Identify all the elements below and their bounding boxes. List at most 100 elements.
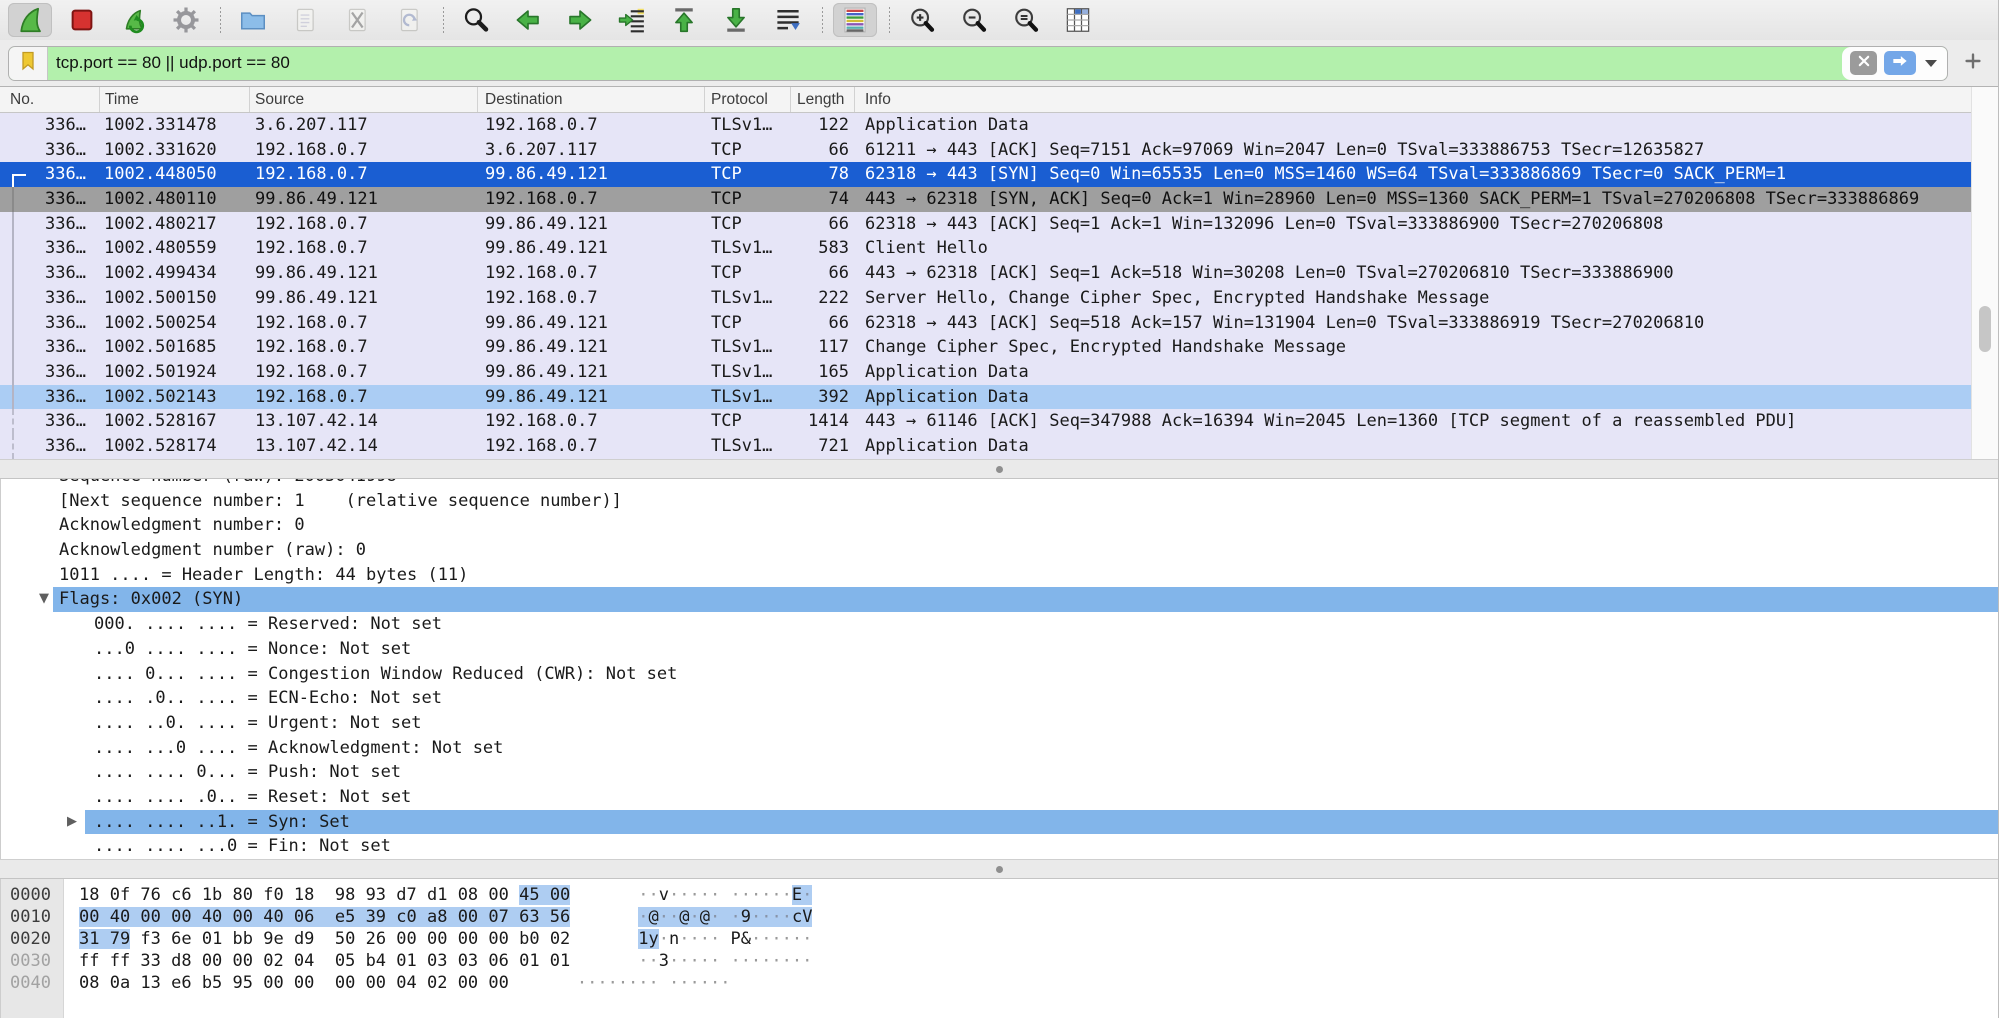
detail-line-band: Sequence number (raw): 2005041998 (1, 479, 1998, 489)
detail-line[interactable]: ...0 .... .... = Nonce: Not set (1, 637, 1998, 662)
cell-destination: 192.168.0.7 (478, 286, 705, 311)
packet-row[interactable]: 336…1002.501924192.168.0.799.86.49.121TL… (0, 360, 1998, 385)
detail-line-text: .... .0.. .... = ECN-Echo: Not set (1, 688, 442, 708)
column-header-destination[interactable]: Destination (478, 87, 705, 112)
previous-packet-button[interactable] (506, 3, 550, 37)
packet-row[interactable]: 336…1002.501685192.168.0.799.86.49.121TL… (0, 335, 1998, 360)
hex-bytes[interactable]: 31 79 f3 6e 01 bb 9e d9 50 26 00 00 00 0… (79, 928, 570, 950)
wireshark-window: No.TimeSourceDestinationProtocolLengthIn… (0, 0, 1999, 1018)
packet-row[interactable]: 336…1002.502143192.168.0.799.86.49.121TL… (0, 385, 1998, 410)
packet-row[interactable]: 336…1002.480217192.168.0.799.86.49.121TC… (0, 212, 1998, 237)
hex-ascii[interactable]: ·@··@·@· ·9····cV (638, 906, 812, 928)
column-header-source[interactable]: Source (250, 87, 478, 112)
hex-ascii[interactable]: ··3····· ········ (638, 950, 812, 972)
detail-line[interactable]: 1011 .... = Header Length: 44 bytes (11) (1, 563, 1998, 588)
open-file-button[interactable] (231, 3, 275, 37)
column-header-info[interactable]: Info (855, 87, 1998, 112)
hex-bytes[interactable]: ff ff 33 d8 00 00 02 04 05 b4 01 03 03 0… (79, 950, 570, 972)
colorize-button[interactable] (833, 3, 877, 37)
add-filter-button[interactable] (1958, 48, 1988, 78)
hex-bytes[interactable]: 18 0f 76 c6 1b 80 f0 18 98 93 d7 d1 08 0… (79, 884, 570, 906)
packet-row[interactable]: 336…1002.50015099.86.49.121192.168.0.7TL… (0, 286, 1998, 311)
zoom-out-button[interactable] (952, 3, 996, 37)
cell-source: 13.107.42.14 (250, 409, 478, 434)
packet-list-scrollbar[interactable] (1971, 87, 1998, 459)
first-packet-icon (669, 5, 699, 35)
column-header-protocol[interactable]: Protocol (705, 87, 791, 112)
cell-info: Change Cipher Spec, Encrypted Handshake … (855, 335, 1998, 360)
column-header-time[interactable]: Time (100, 87, 250, 112)
hex-ascii[interactable]: ········ ······ (577, 972, 731, 994)
hex-ascii[interactable]: 1y·n···· P&······ (638, 928, 812, 950)
find-packet-button[interactable] (454, 3, 498, 37)
packet-row[interactable]: 336…1002.3314783.6.207.117192.168.0.7TLS… (0, 113, 1998, 138)
clear-filter-icon (1854, 51, 1874, 76)
detail-line[interactable]: .... .... 0... = Push: Not set (1, 760, 1998, 785)
hex-row[interactable]: 001000 40 00 00 40 00 40 06 e5 39 c0 a8 … (1, 906, 1998, 928)
cell-no: 336… (0, 360, 100, 385)
detail-line[interactable]: .... .... ..1. = Syn: Set▶ (1, 810, 1998, 835)
column-header-no[interactable]: No. (0, 87, 100, 112)
detail-line[interactable]: .... ...0 .... = Acknowledgment: Not set (1, 736, 1998, 761)
detail-line[interactable]: .... .0.. .... = ECN-Echo: Not set (1, 686, 1998, 711)
packet-row[interactable]: 336…1002.500254192.168.0.799.86.49.121TC… (0, 311, 1998, 336)
detail-line[interactable]: Acknowledgment number: 0 (1, 513, 1998, 538)
auto-scroll-button[interactable] (766, 3, 810, 37)
go-to-packet-button[interactable] (610, 3, 654, 37)
hex-row[interactable]: 000018 0f 76 c6 1b 80 f0 18 98 93 d7 d1 … (1, 884, 1998, 906)
zoom-original-button[interactable] (1004, 3, 1048, 37)
stop-capture-button[interactable] (60, 3, 104, 37)
chevron-down-icon[interactable] (1925, 60, 1937, 67)
hex-bytes[interactable]: 08 0a 13 e6 b5 95 00 00 00 00 04 02 00 0… (79, 972, 509, 994)
filter-input[interactable] (48, 47, 1842, 80)
filter-bookmark-button[interactable] (9, 47, 48, 80)
cell-no: 336… (0, 113, 100, 138)
capture-options-button[interactable] (164, 3, 208, 37)
restart-capture-button[interactable] (112, 3, 156, 37)
detail-line[interactable]: .... .... ...0 = Fin: Not set (1, 834, 1998, 859)
detail-line[interactable]: .... 0... .... = Congestion Window Reduc… (1, 662, 1998, 687)
detail-line[interactable]: Flags: 0x002 (SYN)▼ (1, 587, 1998, 612)
first-packet-button[interactable] (662, 3, 706, 37)
colorize-icon (840, 5, 870, 35)
expander-closed-icon[interactable]: ▶ (67, 810, 77, 835)
detail-line[interactable]: Acknowledgment number (raw): 0 (1, 538, 1998, 563)
detail-line-text: Flags: 0x002 (SYN) (53, 589, 243, 609)
packet-row[interactable]: 336…1002.480559192.168.0.799.86.49.121TL… (0, 236, 1998, 261)
hex-row[interactable]: 002031 79 f3 6e 01 bb 9e d9 50 26 00 00 … (1, 928, 1998, 950)
packet-row[interactable]: 336…1002.331620192.168.0.73.6.207.117TCP… (0, 138, 1998, 163)
next-packet-button[interactable] (558, 3, 602, 37)
scrollbar-thumb[interactable] (1979, 306, 1991, 352)
packet-row[interactable]: 336…1002.49943499.86.49.121192.168.0.7TC… (0, 261, 1998, 286)
cell-length: 78 (791, 162, 855, 187)
packet-row[interactable]: 336…1002.52817413.107.42.14192.168.0.7TL… (0, 434, 1998, 459)
detail-line[interactable]: .... ..0. .... = Urgent: Not set (1, 711, 1998, 736)
start-capture-button[interactable] (8, 3, 52, 37)
hex-row[interactable]: 004008 0a 13 e6 b5 95 00 00 00 00 04 02 … (1, 972, 1998, 994)
detail-line[interactable]: [Next sequence number: 1 (relative seque… (1, 489, 1998, 514)
hex-bytes[interactable]: 00 40 00 00 40 00 40 06 e5 39 c0 a8 00 0… (79, 906, 570, 928)
hex-row[interactable]: 0030ff ff 33 d8 00 00 02 04 05 b4 01 03 … (1, 950, 1998, 972)
column-header-length[interactable]: Length (791, 87, 855, 112)
apply-filter-button[interactable] (1884, 51, 1916, 75)
splitter-details-bytes[interactable] (0, 859, 1998, 879)
expander-open-icon[interactable]: ▼ (39, 587, 49, 612)
detail-line[interactable]: 000. .... .... = Reserved: Not set (1, 612, 1998, 637)
packet-row[interactable]: 336…1002.52816713.107.42.14192.168.0.7TC… (0, 409, 1998, 434)
resize-columns-button[interactable] (1056, 3, 1100, 37)
packet-row[interactable]: 336…1002.48011099.86.49.121192.168.0.7TC… (0, 187, 1998, 212)
cell-protocol: TCP (705, 311, 791, 336)
hex-ascii[interactable]: ··v····· ······E· (638, 884, 812, 906)
cell-no: 336… (0, 311, 100, 336)
splitter-list-details[interactable] (0, 459, 1998, 479)
detail-line[interactable]: Sequence number (raw): 2005041998 (1, 479, 1998, 489)
display-filter-field[interactable] (8, 46, 1948, 81)
last-packet-button[interactable] (714, 3, 758, 37)
clear-filter-button[interactable] (1850, 51, 1877, 75)
cell-info: 443 → 62318 [SYN, ACK] Seq=0 Ack=1 Win=2… (855, 187, 1998, 212)
detail-line-band: Flags: 0x002 (SYN) (53, 587, 1998, 612)
detail-line[interactable]: .... .... .0.. = Reset: Not set (1, 785, 1998, 810)
packet-row[interactable]: 336…1002.448050192.168.0.799.86.49.121TC… (0, 162, 1998, 187)
zoom-in-button[interactable] (900, 3, 944, 37)
cell-destination: 99.86.49.121 (478, 162, 705, 187)
